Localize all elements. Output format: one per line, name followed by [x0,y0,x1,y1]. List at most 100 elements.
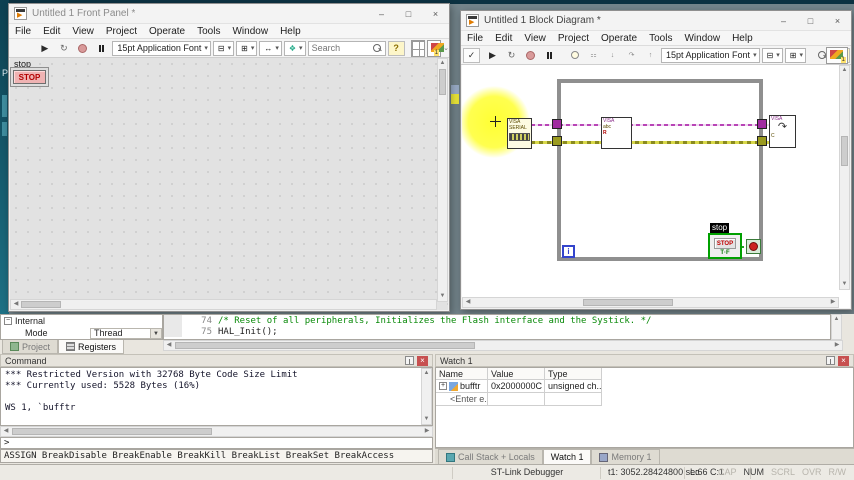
distribute-objects-button[interactable]: ⊞ ▾ [236,40,258,56]
bd-menu-project[interactable]: Project [552,33,595,44]
pin-icon[interactable] [826,356,835,365]
step-into-icon[interactable]: ↓ [604,48,621,63]
scroll-down-icon[interactable]: ▼ [422,415,431,424]
iteration-terminal[interactable]: i [562,245,575,258]
scroll-left-icon[interactable]: ◀ [1,427,11,436]
error-wire[interactable] [531,141,781,144]
front-panel-canvas[interactable]: stop STOP ▲ ▼ ◀ [10,58,448,310]
watch-enter-expression[interactable]: <Enter e... [436,393,488,406]
run-continuously-icon[interactable]: ↻ [55,41,72,56]
registers-mode-row[interactable]: Mode Thread ▼ [1,327,162,339]
command-shortcuts-bar[interactable]: ASSIGN BreakDisable BreakEnable BreakKil… [0,449,433,463]
breakpoint-margin[interactable] [164,326,182,337]
font-selector[interactable]: 15pt Application Font ▾ [112,40,211,56]
tab-watch-1[interactable]: Watch 1 [542,449,592,464]
bd-menu-file[interactable]: File [461,33,489,44]
scroll-up-icon[interactable]: ▲ [422,369,431,378]
stop-button[interactable]: STOP [13,70,46,84]
abort-icon[interactable] [522,48,539,63]
visa-read-node[interactable]: VISA abc R [601,117,632,149]
tunnel-error-right[interactable] [757,136,767,146]
loop-condition-terminal[interactable] [746,239,761,254]
scroll-thumb[interactable] [12,428,212,435]
command-input-line[interactable]: > [0,437,433,449]
distribute-objects-button[interactable]: ⊞ ▾ [784,47,807,63]
front-panel-vscrollbar[interactable]: ▲ ▼ [437,58,448,302]
bd-menu-view[interactable]: View [518,33,552,44]
minimize-icon[interactable]: – [368,4,395,23]
maximize-icon[interactable]: □ [797,11,824,30]
fp-menu-view[interactable]: View [66,26,100,37]
run-icon[interactable]: ▶ [484,48,501,63]
watch-row-new[interactable]: <Enter e... [436,393,853,406]
check-run-icon[interactable]: ✓ [463,47,480,63]
tunnel-error-left[interactable] [552,136,562,146]
tab-registers[interactable]: Registers [58,340,125,354]
editor-vscrollbar[interactable]: ▲ [831,314,842,340]
scroll-left-icon[interactable]: ◀ [11,300,21,309]
expand-icon[interactable]: + [439,382,447,390]
tab-memory-1[interactable]: Memory 1 [591,449,660,464]
close-icon[interactable]: × [838,355,849,366]
toolbar-overflow-icon[interactable]: ⌄ [443,44,449,52]
front-panel-hscrollbar[interactable]: ◀ [10,299,437,310]
retain-wire-values-icon[interactable]: ⚏ [585,48,602,63]
scroll-up-icon[interactable]: ▲ [832,315,841,324]
step-over-icon[interactable]: ↷ [623,48,640,63]
font-selector[interactable]: 15pt Application Font ▾ [661,47,760,63]
watch-value[interactable]: 0x2000000C ... [488,380,545,393]
scroll-down-icon[interactable]: ▼ [840,280,849,289]
watch-row[interactable]: + bufftr 0x2000000C ... unsigned ch... [436,380,853,393]
close-icon[interactable]: × [824,11,851,30]
bd-menu-help[interactable]: Help [726,33,759,44]
pin-icon[interactable] [405,356,414,365]
block-diagram-vscrollbar[interactable]: ▲ ▼ [839,65,850,290]
help-icon[interactable]: ? [387,40,405,56]
registers-tree-root[interactable]: − Internal [1,315,162,327]
scroll-up-icon[interactable]: ▲ [840,66,849,75]
scroll-right-icon[interactable]: ▶ [828,298,838,307]
visa-configure-serial-node[interactable]: VISA SERIAL [507,118,532,149]
step-out-icon[interactable]: ↑ [642,48,659,63]
close-icon[interactable]: × [422,4,449,23]
fp-menu-tools[interactable]: Tools [191,26,226,37]
tab-call-stack-locals[interactable]: Call Stack + Locals [438,449,543,464]
fp-menu-operate[interactable]: Operate [143,26,191,37]
reorder-button[interactable]: ❖ ▾ [283,40,306,56]
command-hscrollbar[interactable]: ◀ ▶ [0,426,433,437]
maximize-icon[interactable]: □ [395,4,422,23]
align-objects-button[interactable]: ⊟ ▾ [212,40,235,56]
mode-combobox[interactable]: Thread ▼ [90,327,162,339]
fp-menu-help[interactable]: Help [274,26,307,37]
tab-project[interactable]: Project [2,340,59,354]
breakpoint-margin[interactable] [164,315,182,326]
align-objects-button[interactable]: ⊟ ▾ [761,47,783,63]
tunnel-visa-right[interactable] [757,119,767,129]
bd-menu-operate[interactable]: Operate [595,33,643,44]
scroll-thumb[interactable] [175,342,475,349]
scroll-thumb[interactable] [583,299,673,306]
pause-icon[interactable] [541,48,558,63]
search-box[interactable] [307,40,386,56]
fp-menu-edit[interactable]: Edit [37,26,66,37]
scroll-thumb[interactable] [841,136,848,166]
fp-menu-window[interactable]: Window [226,26,274,37]
scroll-thumb[interactable] [439,69,446,95]
minimize-icon[interactable]: – [770,11,797,30]
block-diagram-canvas[interactable]: VISA SERIAL VISA abc R VISA ↷ C i stop S… [462,65,850,308]
bd-menu-edit[interactable]: Edit [489,33,518,44]
scroll-up-icon[interactable]: ▲ [438,59,447,68]
scroll-down-icon[interactable]: ▼ [438,292,447,301]
pause-icon[interactable] [93,41,110,56]
block-diagram-hscrollbar[interactable]: ◀ ▶ [462,297,839,308]
scroll-left-icon[interactable]: ◀ [463,298,473,307]
search-input[interactable] [311,43,370,53]
run-icon[interactable]: ▶ [36,41,53,56]
bd-menu-tools[interactable]: Tools [643,33,678,44]
collapse-icon[interactable]: − [4,317,12,325]
watch-value[interactable] [488,393,545,406]
abort-icon[interactable] [74,41,91,56]
resize-objects-button[interactable]: ↔ ▾ [259,40,282,56]
highlight-execution-icon[interactable] [566,48,583,63]
scroll-right-icon[interactable]: ▶ [422,427,432,436]
